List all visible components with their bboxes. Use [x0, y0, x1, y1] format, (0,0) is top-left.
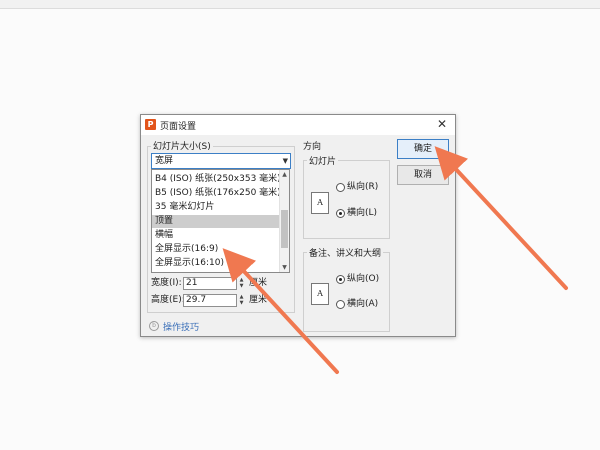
slide-size-value: 宽屏 [155, 156, 174, 166]
dropdown-option[interactable]: 全屏显示(16:10) [152, 257, 281, 270]
orientation-title: 方向 [303, 142, 322, 152]
tips-link[interactable]: 操作技巧 [163, 320, 199, 333]
slide-size-dropdown-list: B4 (ISO) 纸张(250x353 毫米) B5 (ISO) 纸张(176x… [151, 169, 290, 273]
width-unit: 厘米 [249, 278, 268, 288]
scroll-down-icon[interactable]: ▼ [280, 264, 289, 271]
notes-page-icon: A [311, 283, 329, 305]
dropdown-option[interactable]: B4 (ISO) 纸张(250x353 毫米) [152, 173, 281, 186]
height-stepper[interactable]: ▲ ▼ [237, 294, 246, 307]
cancel-button[interactable]: 取消 [397, 165, 449, 185]
height-input[interactable]: 29.7 [183, 294, 237, 307]
width-stepper[interactable]: ▲ ▼ [237, 277, 246, 290]
notes-landscape-label[interactable]: 横向(A) [347, 300, 378, 309]
background-top-bar [0, 0, 600, 9]
slide-size-select[interactable]: 宽屏 ▼ [151, 153, 291, 169]
width-label: 宽度(I): [151, 278, 182, 288]
dropdown-option[interactable]: 全屏显示(16:9) [152, 243, 281, 256]
notes-portrait-label[interactable]: 纵向(O) [347, 275, 379, 284]
slides-portrait-label[interactable]: 纵向(R) [347, 183, 378, 192]
slides-landscape-label[interactable]: 横向(L) [347, 209, 377, 218]
notes-portrait-radio[interactable] [336, 275, 345, 284]
height-label: 高度(E): [151, 295, 185, 305]
notes-orientation-label: 备注、讲义和大纲 [307, 246, 384, 259]
app-logo-icon: P [145, 119, 156, 130]
dropdown-option[interactable]: 35 毫米幻灯片 [152, 201, 281, 214]
close-button[interactable]: ✕ [435, 117, 449, 131]
notes-landscape-radio[interactable] [336, 300, 345, 309]
slide-size-label: 幻灯片大小(S) [151, 139, 213, 152]
slides-landscape-radio[interactable] [336, 209, 345, 218]
dropdown-option[interactable]: 横幅 [152, 229, 281, 242]
dropdown-option[interactable]: B5 (ISO) 纸张(176x250 毫米) [152, 187, 281, 200]
height-unit: 厘米 [249, 295, 268, 305]
slides-portrait-radio[interactable] [336, 183, 345, 192]
tips-icon: b [149, 321, 159, 331]
slide-page-icon: A [311, 192, 329, 214]
dropdown-option-highlighted[interactable]: 顶置 [152, 215, 281, 228]
dialog-title: 页面设置 [160, 122, 197, 132]
width-input[interactable]: 21 [183, 277, 237, 290]
ok-button[interactable]: 确定 [397, 139, 449, 159]
dropdown-arrow-icon: ▼ [282, 157, 288, 165]
dialog-titlebar: P 页面设置 ✕ [141, 115, 455, 135]
slides-orientation-label: 幻灯片 [307, 154, 339, 167]
scroll-thumb[interactable] [281, 210, 288, 248]
scroll-up-icon[interactable]: ▲ [280, 171, 289, 178]
page-setup-dialog: P 页面设置 ✕ 幻灯片大小(S) 宽屏 ▼ B4 (ISO) 纸张(250x3… [140, 114, 456, 337]
dropdown-scrollbar[interactable]: ▲ ▼ [279, 170, 289, 272]
